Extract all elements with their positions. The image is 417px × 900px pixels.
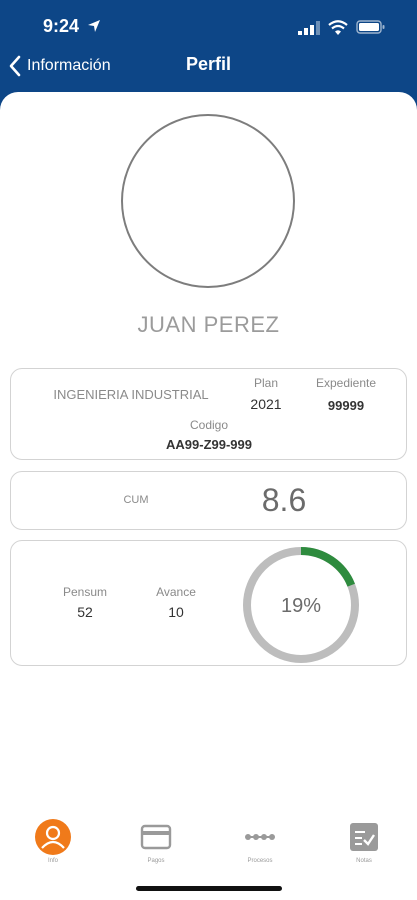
page-title: Perfil — [185, 54, 232, 74]
status-time: 9:24 — [43, 16, 80, 36]
progress-card: Pensum 52 Avance 10 19% — [10, 540, 407, 666]
cum-label: CUM — [123, 494, 149, 506]
tab-info[interactable]: Info — [18, 818, 88, 864]
wifi-icon — [328, 20, 348, 35]
credit-card-icon — [140, 824, 172, 850]
process-icon — [245, 834, 275, 840]
tab-pagos-label: Pagos — [147, 858, 165, 864]
plan-value: 2021 — [250, 396, 282, 412]
tab-pagos[interactable]: Pagos — [121, 818, 191, 864]
nav-row: Información Perfil — [0, 52, 417, 80]
avatar — [121, 114, 295, 288]
cellular-signal-icon — [298, 21, 320, 35]
student-info-card: INGENIERIA INDUSTRIAL Plan 2021 Expedien… — [10, 368, 407, 460]
tab-procesos-label: Procesos — [247, 858, 273, 864]
progress-ring: 19% — [243, 547, 359, 663]
expediente-value: 99999 — [327, 398, 365, 413]
cum-value: 8.6 — [261, 482, 307, 518]
grades-icon — [350, 823, 378, 851]
tab-info-label: Info — [47, 858, 58, 864]
location-arrow-icon — [88, 20, 100, 32]
bottom-tab-bar: Info Pagos Procesos Notas — [0, 818, 417, 878]
user-icon — [35, 819, 71, 855]
codigo-value: AA99-Z99-999 — [166, 437, 252, 452]
pensum-value: 52 — [77, 604, 93, 620]
codigo-label: Codigo — [189, 418, 229, 432]
avance-value: 10 — [168, 604, 184, 620]
battery-icon — [356, 20, 385, 34]
avance-label: Avance — [156, 585, 196, 599]
tab-notas[interactable]: Notas — [329, 818, 399, 864]
tab-notas-label: Notas — [356, 858, 372, 864]
pensum-label: Pensum — [62, 585, 108, 599]
home-indicator — [136, 886, 282, 891]
career-name: INGENIERIA INDUSTRIAL — [53, 387, 209, 402]
student-name: JUAN PEREZ — [137, 312, 280, 337]
plan-label: Plan — [253, 376, 279, 390]
status-bar: 9:24 — [0, 12, 417, 40]
expediente-label: Expediente — [315, 376, 377, 390]
tab-procesos[interactable]: Procesos — [225, 818, 295, 864]
progress-percent: 19% — [281, 595, 321, 617]
cum-card: CUM 8.6 — [10, 471, 407, 530]
